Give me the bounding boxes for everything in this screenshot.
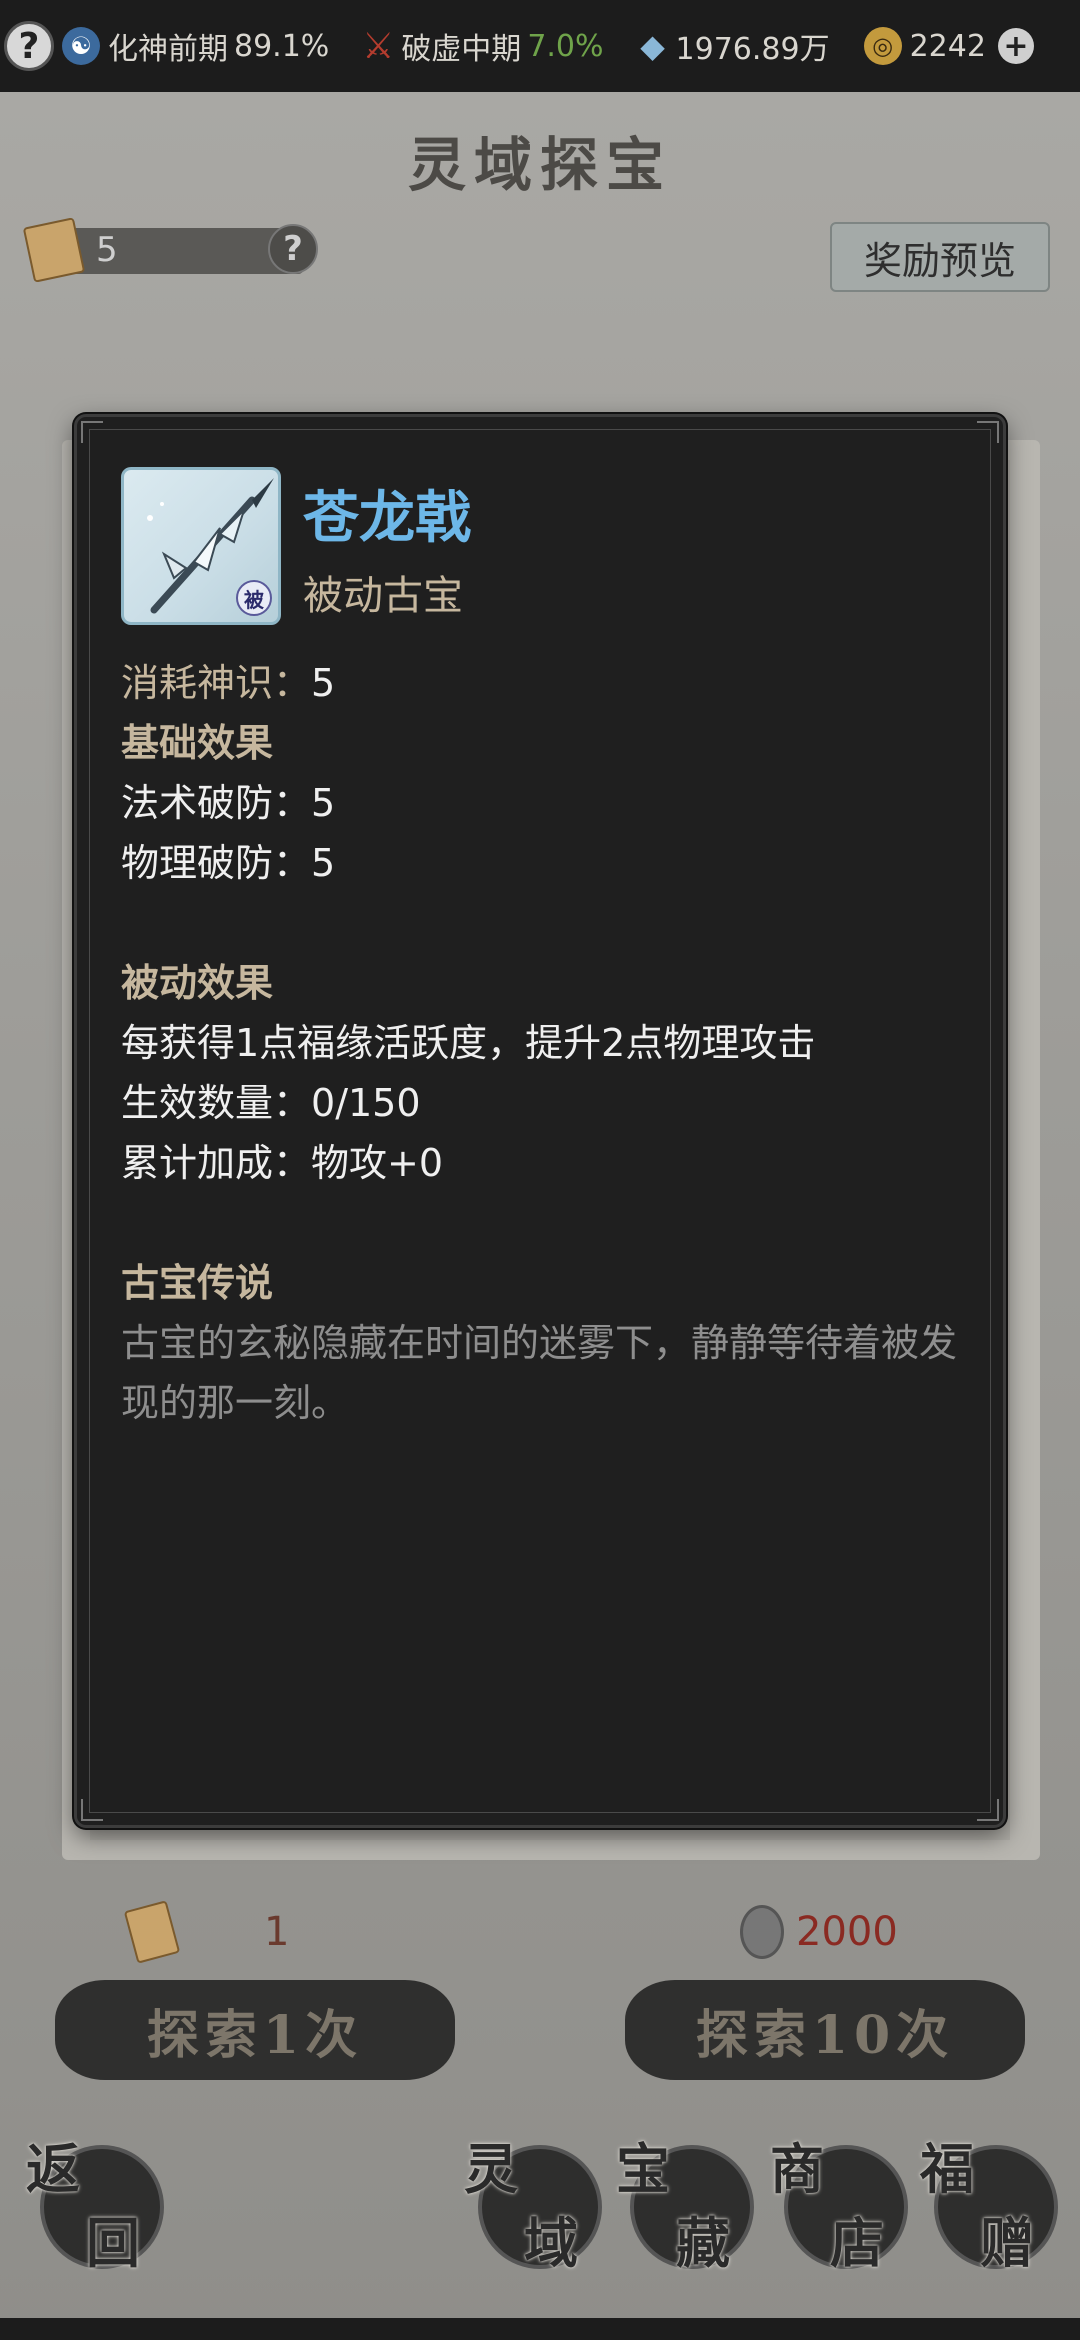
spirit-stone-amount: 1976.89万 <box>675 32 830 67</box>
consume-label: 消耗神识： <box>121 661 312 705</box>
break-status: ⚔ 破虚中期 7.0% <box>362 24 604 68</box>
corner-ornament <box>81 421 103 443</box>
consume-line: 消耗神识：5 <box>121 653 981 713</box>
effect-count-label: 生效数量： <box>121 1081 312 1125</box>
total-bonus-line: 累计加成：物攻+0 <box>121 1133 981 1193</box>
break-percent: 7.0% <box>527 28 604 64</box>
nav-shop-char-1: 商 <box>770 2137 824 2201</box>
corner-ornament <box>81 1799 103 1821</box>
nav-spirit-realm-button[interactable]: 灵 域 <box>464 2137 602 2275</box>
magic-pen-line: 法术破防：5 <box>121 773 981 833</box>
passive-effect-header: 被动效果 <box>121 961 274 1005</box>
bottom-strip <box>0 2318 1080 2340</box>
total-bonus-label: 累计加成： <box>121 1141 312 1185</box>
halberd-icon: 被 <box>121 467 281 625</box>
corner-ornament <box>977 421 999 443</box>
sword-icon: ⚔ <box>362 25 395 67</box>
passive-badge: 被 <box>236 580 272 616</box>
item-name: 苍龙戟 <box>303 486 471 551</box>
phys-pen-value: 5 <box>311 841 336 885</box>
nav-treasure-button[interactable]: 宝 藏 <box>616 2137 754 2275</box>
explore-once-button[interactable]: 探索1次 <box>55 1980 455 2080</box>
back-button[interactable]: 返 回 <box>26 2137 164 2275</box>
item-type: 被动古宝 <box>303 573 463 619</box>
single-cost-value: 1 <box>264 1909 290 1955</box>
page-title: 灵域探宝 <box>407 131 672 199</box>
effect-count-value: 0/150 <box>311 1081 421 1125</box>
explore-ten-button[interactable]: 探索10次 <box>625 1980 1025 2080</box>
nav-spirit-realm-char-2: 域 <box>524 2211 578 2275</box>
phys-pen-line: 物理破防：5 <box>121 833 981 893</box>
nav-spirit-realm-char-1: 灵 <box>464 2137 518 2201</box>
spirit-coin-icon <box>740 1905 784 1959</box>
reward-preview-button[interactable]: 奖励预览 <box>830 222 1050 292</box>
scroll-token-icon <box>22 217 86 283</box>
token-bar: 5 ? <box>22 217 318 283</box>
plus-icon[interactable]: + <box>997 28 1034 64</box>
magic-pen-label: 法术破防： <box>121 781 312 825</box>
item-detail-modal[interactable]: 被 苍龙戟 被动古宝 消耗神识：5 基础效果 法术破防：5 物理破防：5 被动效… <box>74 414 1006 1828</box>
realm-name: 化神前期 <box>108 32 228 67</box>
ten-cost-value: 2000 <box>796 1909 898 1955</box>
taiji-icon: ☯ <box>62 27 100 65</box>
help-icon[interactable]: ? <box>4 21 54 71</box>
lore-text: 古宝的玄秘隐藏在时间的迷雾下，静静等待着被发现的那一刻。 <box>121 1321 958 1425</box>
back-char-1: 返 <box>26 2137 80 2201</box>
break-name: 破虚中期 <box>401 32 522 67</box>
token-help-icon[interactable]: ? <box>268 224 318 274</box>
gold-coin-icon: ◎ <box>863 27 902 65</box>
top-status-bar: ? ☯ 化神前期 89.1% ⚔ 破虚中期 7.0% ◆ 1976.89万 ◎ … <box>0 0 1080 92</box>
phys-pen-label: 物理破防： <box>121 841 312 885</box>
nav-treasure-char-1: 宝 <box>616 2137 670 2201</box>
scroll-token-icon <box>123 1900 181 1964</box>
nav-gift-button[interactable]: 福 赠 <box>920 2137 1058 2275</box>
nav-treasure-char-2: 藏 <box>676 2211 730 2275</box>
effect-count-line: 生效数量：0/150 <box>121 1073 981 1133</box>
nav-gift-char-2: 赠 <box>980 2211 1034 2275</box>
realm-status: ☯ 化神前期 89.1% <box>62 24 329 68</box>
item-details: 消耗神识：5 基础效果 法术破防：5 物理破防：5 被动效果 每获得1点福缘活跃… <box>121 653 981 1433</box>
realm-percent: 89.1% <box>234 28 330 64</box>
lore-header: 古宝传说 <box>121 1261 274 1305</box>
gold-status: ◎ 2242 + <box>863 27 1034 65</box>
gem-icon: ◆ <box>640 27 665 65</box>
gold-amount: 2242 <box>909 28 986 64</box>
consume-value: 5 <box>311 661 336 705</box>
magic-pen-value: 5 <box>311 781 336 825</box>
spirit-stone-status: ◆ 1976.89万 <box>638 24 830 68</box>
nav-shop-button[interactable]: 商 店 <box>770 2137 908 2275</box>
back-char-2: 回 <box>86 2211 140 2275</box>
ten-cost: 2000 <box>740 1905 898 1959</box>
nav-shop-char-2: 店 <box>830 2211 884 2275</box>
nav-gift-char-1: 福 <box>920 2137 974 2201</box>
single-cost: 1 <box>123 1900 290 1964</box>
corner-ornament <box>977 1799 999 1821</box>
passive-description: 每获得1点福缘活跃度，提升2点物理攻击 <box>121 1021 816 1065</box>
token-count: 5 <box>96 230 118 270</box>
total-bonus-value: 物攻+0 <box>311 1141 444 1185</box>
basic-effect-header: 基础效果 <box>121 721 274 765</box>
